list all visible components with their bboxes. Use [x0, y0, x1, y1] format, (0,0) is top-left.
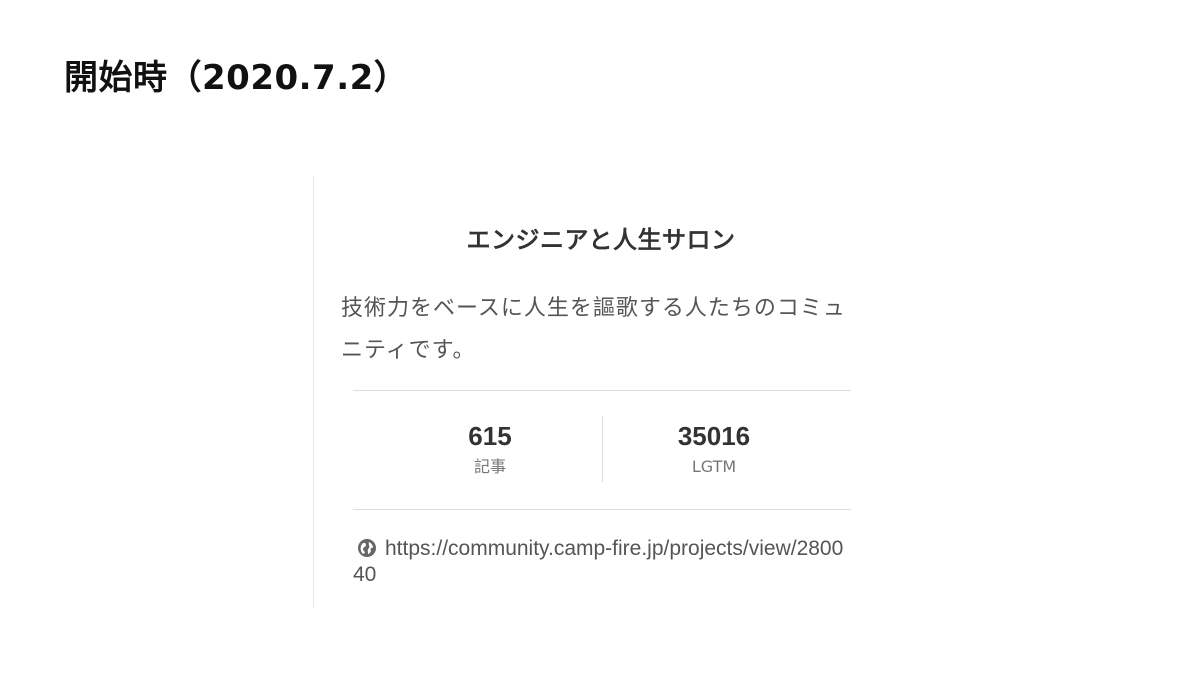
articles-label: 記事: [473, 457, 506, 476]
globe-icon: [358, 539, 376, 557]
divider: [353, 509, 851, 510]
lgtm-label: LGTM: [691, 457, 737, 476]
slide-title: 開始時（2020.7.2）: [64, 58, 409, 98]
lgtm-stat: 35016 LGTM: [614, 420, 814, 480]
community-card: エンジニアと人生サロン 技術力をベースに人生を謳歌する人たちのコミュニティです。…: [313, 176, 874, 608]
community-description: 技術力をベースに人生を謳歌する人たちのコミュニティです。: [341, 296, 846, 363]
lgtm-count: 35016: [677, 421, 751, 451]
community-link: https://community.camp-fire.jp/projects/…: [353, 536, 853, 588]
community-title[interactable]: エンジニアと人生サロン: [314, 222, 888, 258]
community-url-link[interactable]: https://community.camp-fire.jp/projects/…: [353, 537, 843, 586]
stat-separator: [602, 416, 603, 482]
articles-stat: 615 記事: [390, 420, 590, 480]
divider: [353, 390, 851, 391]
articles-count: 615: [468, 421, 512, 451]
